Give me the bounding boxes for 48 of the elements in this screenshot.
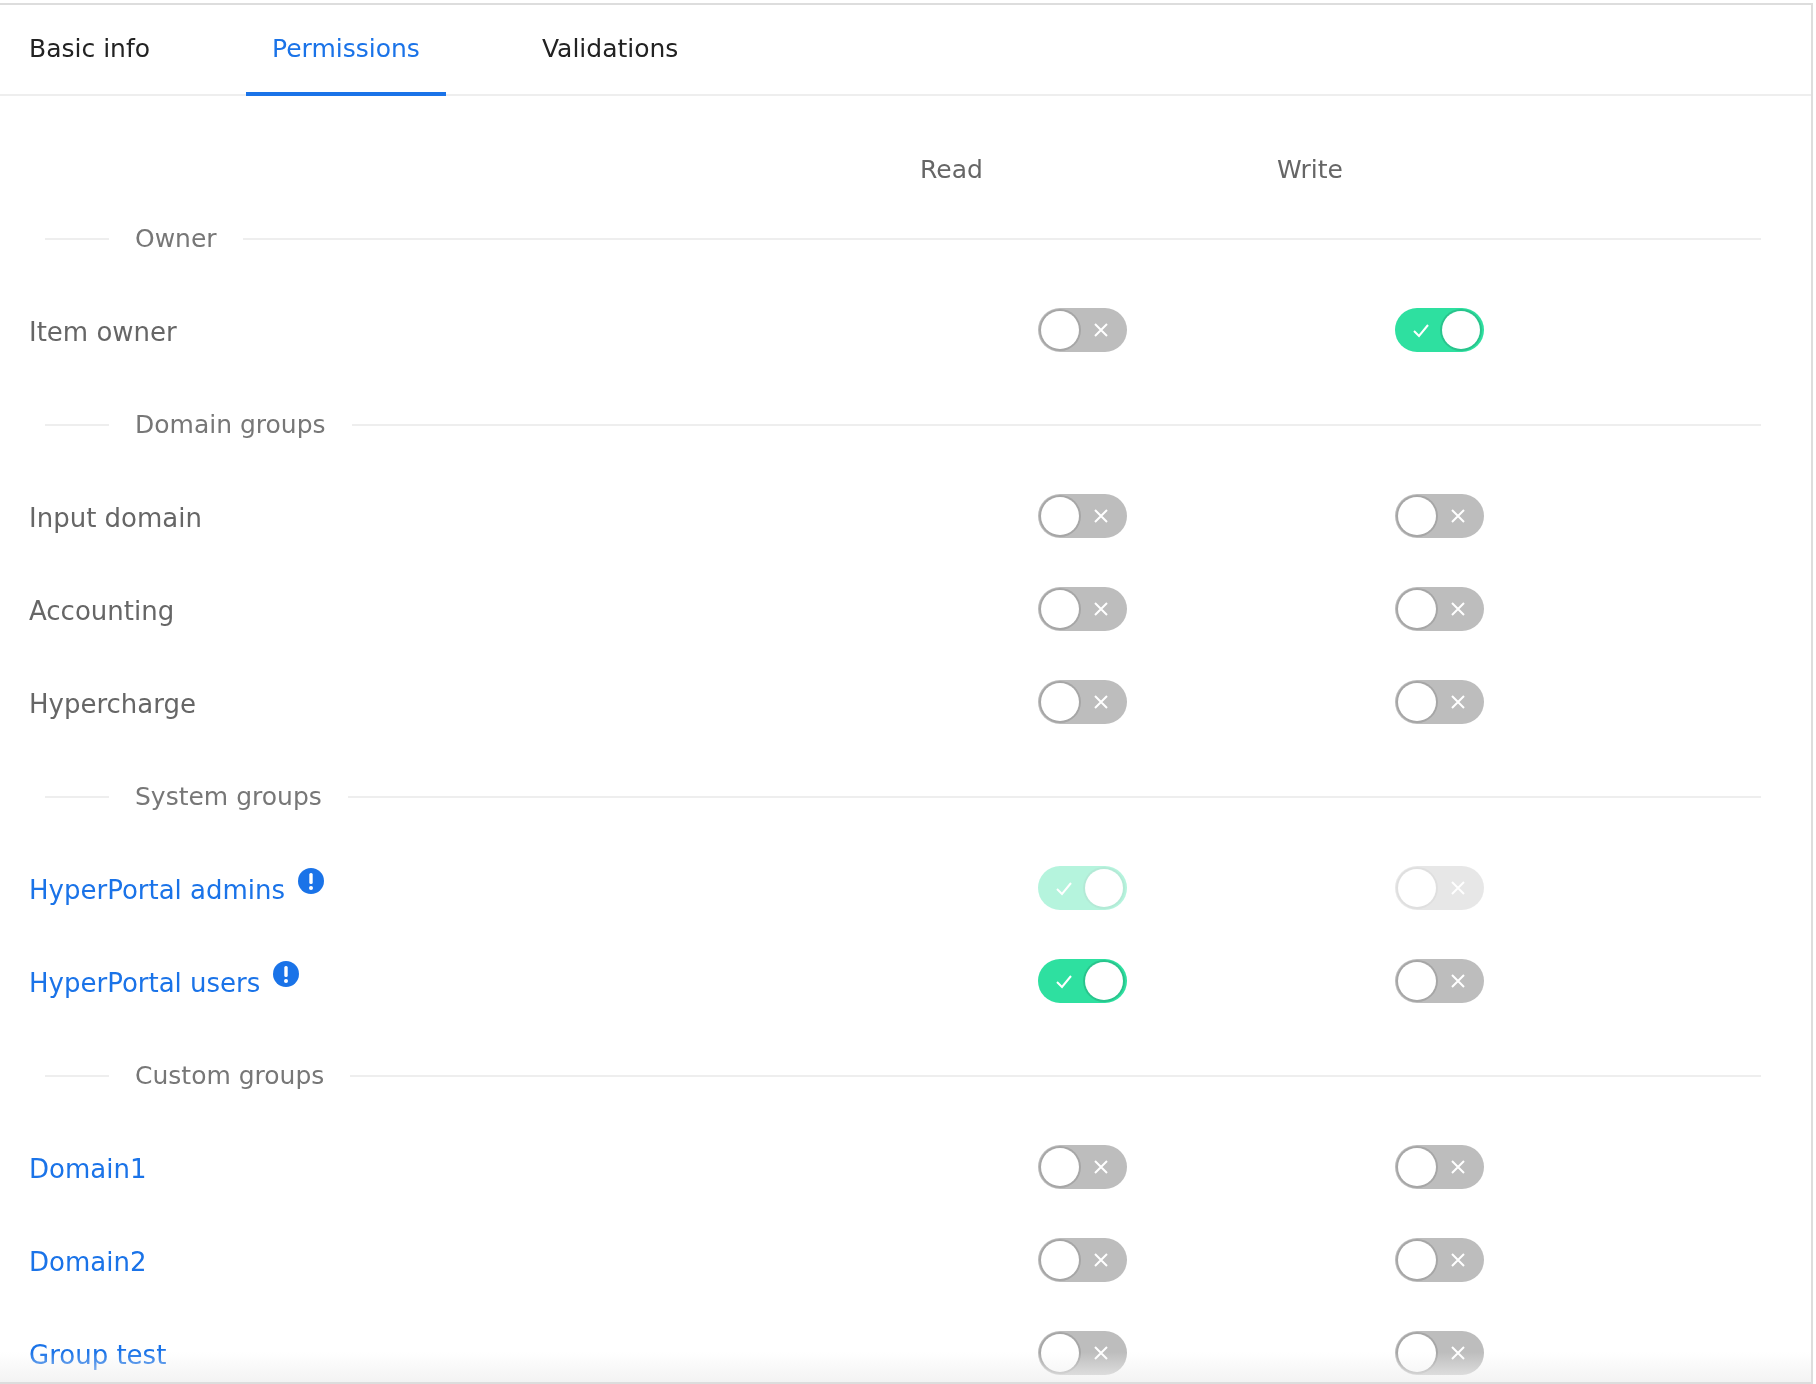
tab[interactable]: Basic info — [3, 5, 177, 96]
close-icon — [1092, 320, 1110, 339]
close-icon — [1092, 692, 1110, 711]
toggle-switch[interactable] — [1038, 1144, 1127, 1189]
section-title: Owner — [135, 224, 217, 253]
toggle-switch[interactable] — [1038, 493, 1127, 538]
tab[interactable]: Permissions — [246, 5, 446, 96]
toggle-switch[interactable] — [1395, 679, 1484, 724]
toggle-switch[interactable] — [1038, 1330, 1127, 1375]
close-icon — [1092, 1250, 1110, 1269]
toggle-switch[interactable] — [1395, 958, 1484, 1003]
toggle-switch[interactable] — [1038, 958, 1127, 1003]
close-icon — [1092, 506, 1110, 525]
group-link[interactable]: HyperPortal users — [29, 967, 261, 998]
column-header: Write — [1277, 154, 1344, 184]
section-title: Domain groups — [135, 410, 326, 439]
close-icon — [1092, 1343, 1110, 1362]
close-icon — [1449, 1157, 1467, 1176]
toggle-switch[interactable] — [1395, 1330, 1484, 1375]
close-icon — [1449, 506, 1467, 525]
toggle-switch[interactable] — [1038, 586, 1127, 631]
row-label: Input domain — [29, 502, 202, 533]
close-icon — [1449, 971, 1467, 990]
toggle-switch[interactable] — [1395, 493, 1484, 538]
toggle-switch[interactable] — [1395, 1237, 1484, 1282]
toggle-switch[interactable] — [1395, 307, 1484, 352]
tab[interactable]: Validations — [515, 5, 705, 96]
row-label: Item owner — [29, 316, 177, 347]
toggle-switch[interactable] — [1038, 679, 1127, 724]
toggle-switch[interactable] — [1038, 1237, 1127, 1282]
close-icon — [1449, 599, 1467, 618]
close-icon — [1092, 599, 1110, 618]
toggle-switch[interactable] — [1395, 1144, 1484, 1189]
section-title: Custom groups — [135, 1061, 325, 1090]
toggle-switch[interactable] — [1395, 586, 1484, 631]
group-link[interactable]: Domain1 — [29, 1153, 147, 1184]
close-icon — [1449, 1343, 1467, 1362]
row-label: Hypercharge — [29, 688, 196, 719]
group-link[interactable]: Group test — [29, 1339, 167, 1370]
close-icon — [1092, 1157, 1110, 1176]
section-title: System groups — [135, 782, 322, 811]
toggle-switch[interactable] — [1038, 307, 1127, 352]
row-label: Accounting — [29, 595, 175, 626]
group-link[interactable]: Domain2 — [29, 1246, 147, 1277]
close-icon — [1449, 878, 1467, 897]
column-header: Read — [920, 154, 984, 184]
close-icon — [1449, 692, 1467, 711]
close-icon — [1449, 1250, 1467, 1269]
